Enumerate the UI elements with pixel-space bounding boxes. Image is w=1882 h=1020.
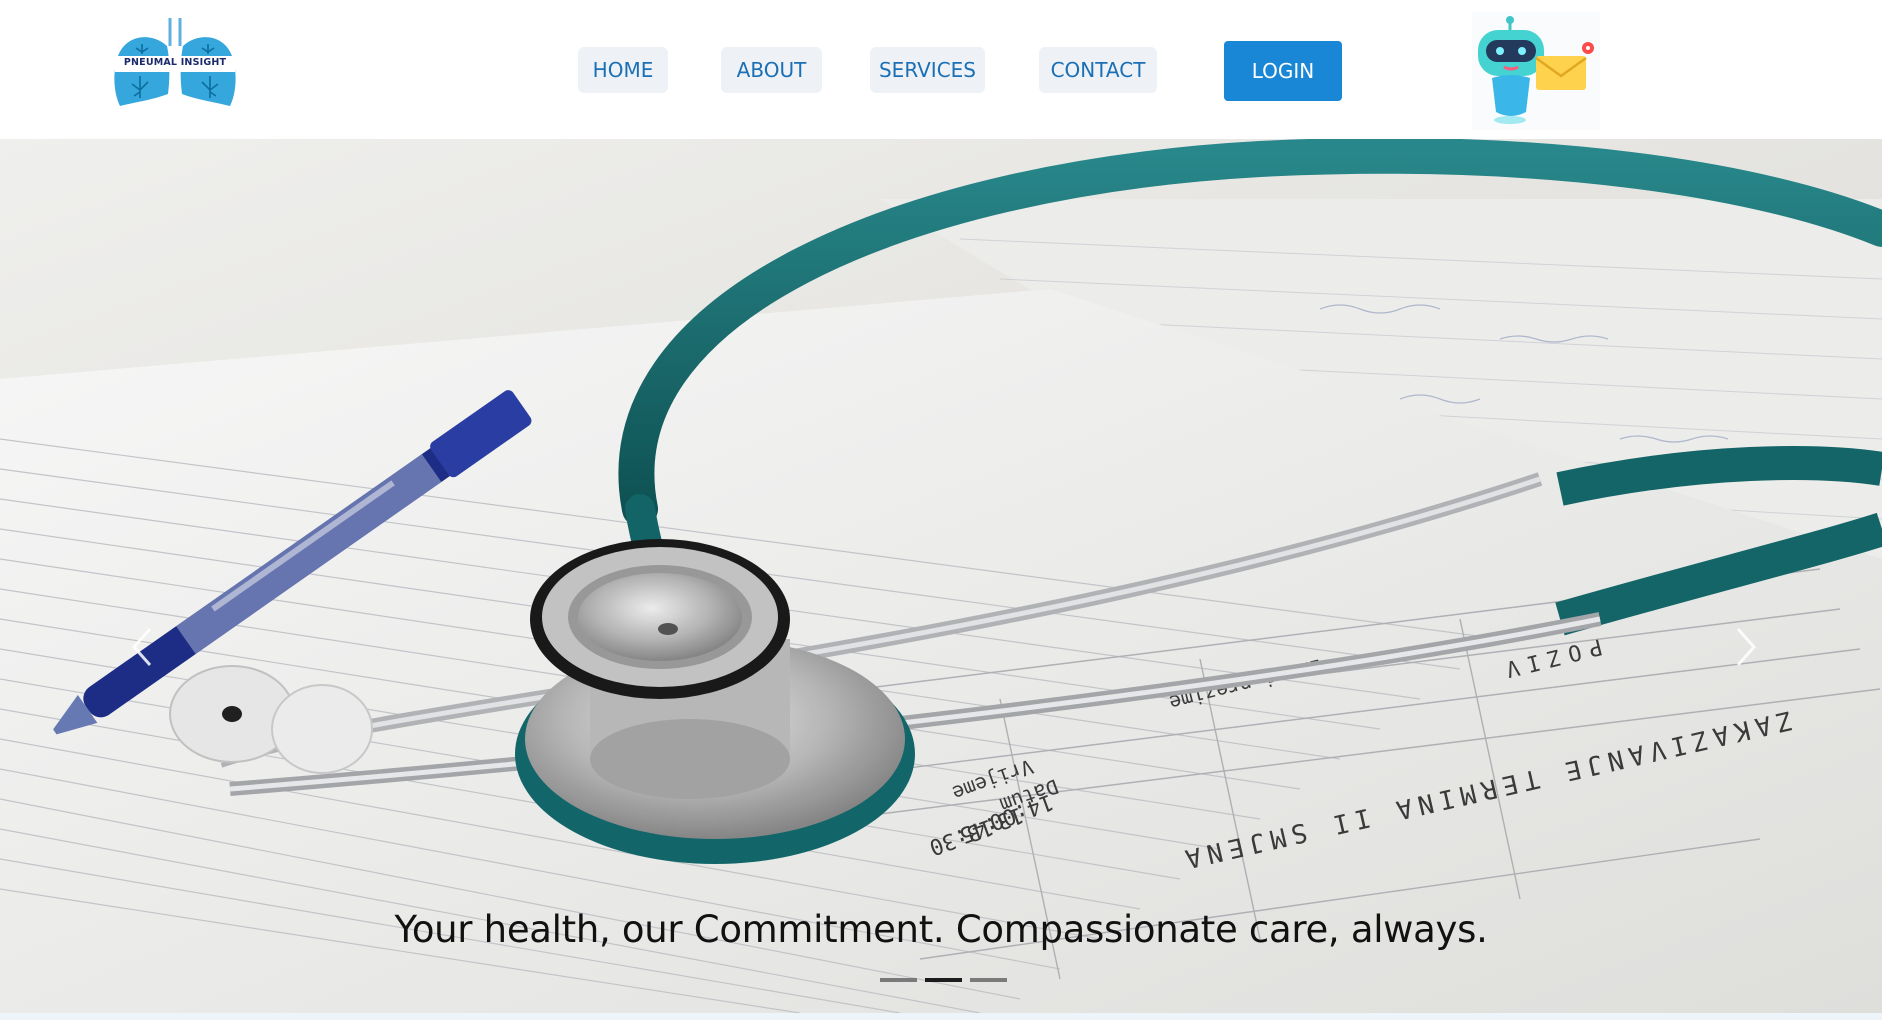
chatbot-launcher[interactable] — [1472, 12, 1600, 130]
carousel-prev-button[interactable] — [122, 619, 162, 675]
section-divider — [0, 1013, 1882, 1020]
nav-services-link[interactable]: SERVICES — [870, 47, 985, 93]
hero-caption: Your health, our Commitment. Compassiona… — [394, 908, 1488, 951]
site-header: PNEUMAL INSIGHT HOME ABOUT SERVICES CONT… — [0, 0, 1882, 139]
carousel-indicators — [880, 978, 1007, 982]
nav-about-link[interactable]: ABOUT — [721, 47, 822, 93]
nav-contact-link[interactable]: CONTACT — [1039, 47, 1157, 93]
brand-logo[interactable]: PNEUMAL INSIGHT — [112, 12, 238, 108]
nav-home-link[interactable]: HOME — [578, 47, 668, 93]
carousel-next-button[interactable] — [1726, 619, 1766, 675]
robot-chat-icon — [1472, 12, 1600, 130]
chevron-right-icon — [1736, 628, 1757, 666]
carousel-indicator-3[interactable] — [970, 978, 1007, 982]
carousel-indicator-1[interactable] — [880, 978, 917, 982]
hero-image: ZAKAZIVANJE TERMINA II SMJENA 14:00 13:4… — [0, 139, 1882, 1013]
chevron-left-icon — [131, 628, 152, 666]
login-button[interactable]: LOGIN — [1224, 41, 1342, 101]
brand-name: PNEUMAL INSIGHT — [123, 57, 227, 68]
carousel-indicator-2[interactable] — [925, 978, 962, 982]
hero-carousel: ZAKAZIVANJE TERMINA II SMJENA 14:00 13:4… — [0, 139, 1882, 1013]
